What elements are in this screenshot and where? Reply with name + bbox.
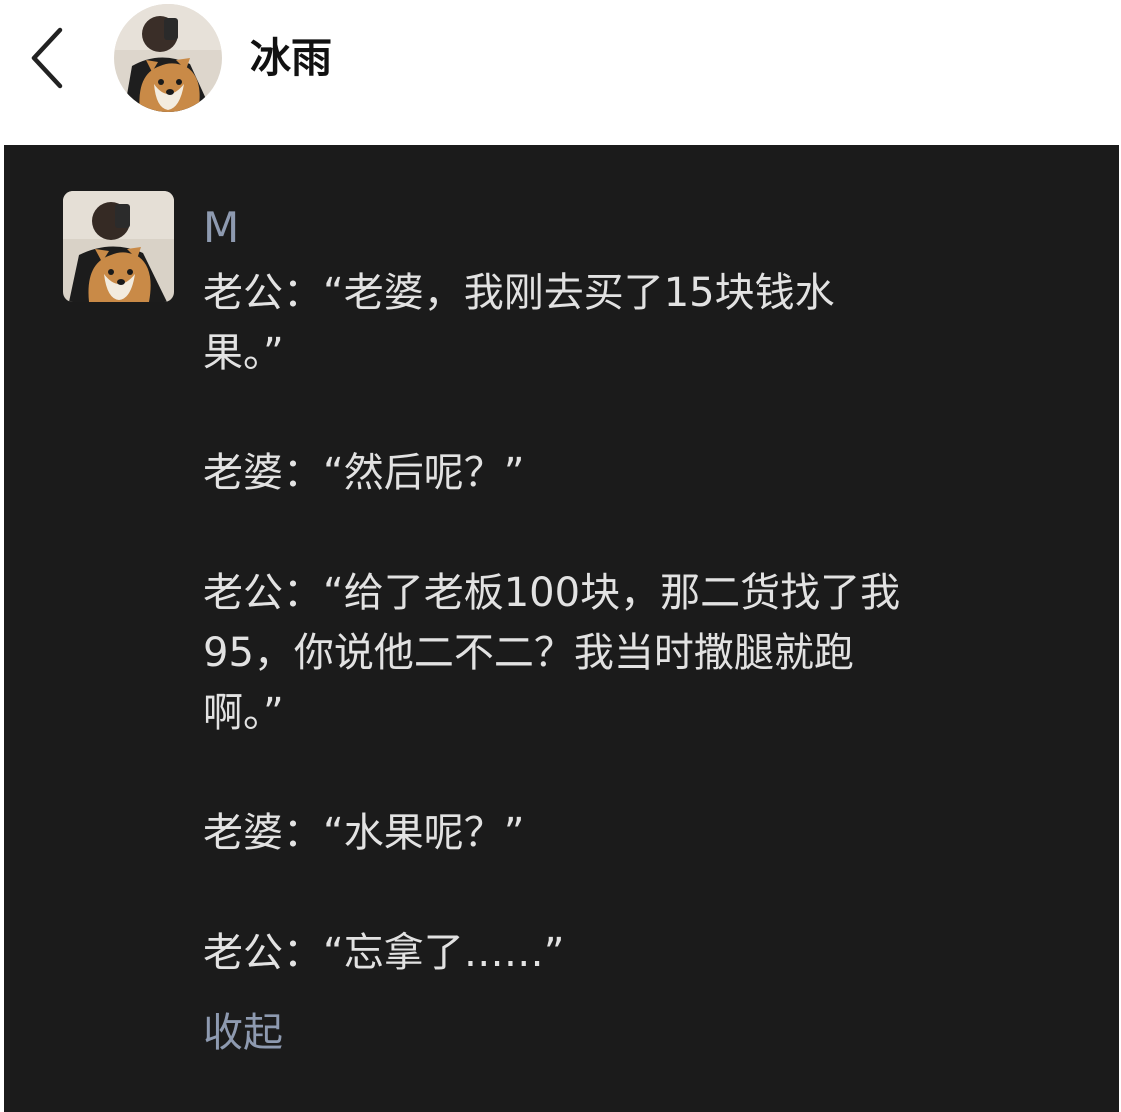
- chat-title: 冰雨: [250, 34, 332, 82]
- post-author-name[interactable]: M: [203, 203, 239, 253]
- back-button[interactable]: [22, 26, 78, 90]
- dialogue-line: 老公：“老婆，我刚去买了15块钱水 果。”: [203, 270, 835, 376]
- shared-post-screenshot: M 老公：“老婆，我刚去买了15块钱水 果。” 老婆：“然后呢？” 老公：“给了…: [4, 145, 1119, 1112]
- collapse-link[interactable]: 收起: [203, 1003, 283, 1063]
- dialogue-line: 老公：“忘拿了……”: [203, 930, 565, 976]
- header-avatar[interactable]: [114, 4, 222, 112]
- top-bar: 冰雨: [0, 0, 1121, 145]
- avatar-image: [114, 4, 222, 112]
- dialogue-line: 老婆：“然后呢？”: [203, 450, 525, 496]
- dialogue-line: 老婆：“水果呢？”: [203, 810, 525, 856]
- post-body: 老公：“老婆，我刚去买了15块钱水 果。” 老婆：“然后呢？” 老公：“给了老板…: [203, 263, 1063, 983]
- avatar-image: [63, 191, 174, 302]
- chevron-left-icon: [31, 27, 63, 89]
- post-author-avatar[interactable]: [63, 191, 174, 302]
- dialogue-line: 老公：“给了老板100块，那二货找了我 95，你说他二不二？我当时撒腿就跑 啊。…: [203, 570, 901, 736]
